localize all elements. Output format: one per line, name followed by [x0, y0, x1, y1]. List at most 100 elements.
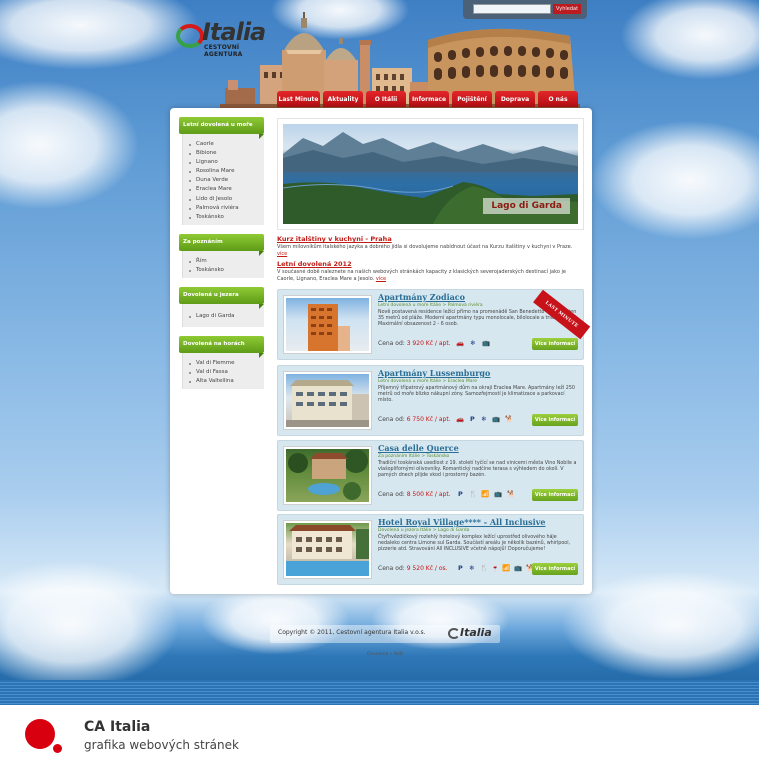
offer-photo[interactable]: [283, 295, 372, 354]
sidebar-item[interactable]: Lago di Garda: [189, 312, 264, 321]
offer-price: Cena od: 3 920 Kč / apt.: [378, 340, 451, 347]
offer-title[interactable]: Hotel Royal Village**** - All Inclusive: [378, 517, 545, 527]
snow-icon: ❄: [470, 339, 476, 347]
caption-title: CA Italia: [84, 719, 151, 735]
tv-icon: 📺: [514, 564, 523, 572]
offer-breadcrumb[interactable]: Letní dovolená u moře Itálie > Palmová r…: [378, 303, 483, 308]
sidebar-item[interactable]: Caorle: [189, 140, 264, 149]
price-label: Cena od:: [378, 565, 405, 572]
sidebar-item[interactable]: Alta Valtellina: [189, 377, 264, 386]
nav-tab-o-italii[interactable]: O Itálii: [366, 91, 406, 107]
logo-swoosh-icon: [176, 24, 204, 48]
sidebar-item[interactable]: Bibione: [189, 149, 264, 158]
offer-description: Čtyřhvězdičkový rozlehlý hotelový komple…: [378, 535, 571, 552]
sidebar-group-lakes: Dovolená u jezera Lago di Garda: [179, 287, 264, 328]
search-input[interactable]: [473, 4, 551, 14]
brand-dot-icon: [25, 719, 55, 749]
sidebar: Letní dovolená u moře Caorle Bibione Lig…: [179, 117, 264, 398]
offer-price: Cena od: 8 500 Kč / apt.: [378, 491, 451, 498]
sidebar-heading[interactable]: Dovolená u jezera: [179, 287, 264, 310]
offer-card: Apartmány Lussemburgo Letní dovolená u m…: [277, 365, 584, 436]
news-more-link[interactable]: více: [277, 251, 287, 257]
price-value: 8 500 Kč / apt.: [406, 491, 451, 498]
news-title[interactable]: Letní dovolená 2012: [277, 260, 352, 268]
offer-breadcrumb[interactable]: Letní dovolená u moře Itálie > Eraclea M…: [378, 379, 477, 384]
offer-price: Cena od: 9 520 Kč / os.: [378, 565, 448, 572]
logo-tagline: CESTOVNÍ AGENTURA: [204, 44, 243, 58]
sidebar-item[interactable]: Palmová riviéra: [189, 204, 264, 213]
sidebar-item[interactable]: Řím: [189, 257, 264, 266]
hero-banner[interactable]: Lago di Garda: [277, 118, 584, 230]
news-title[interactable]: Kurz italštiny v kuchyni - Praha: [277, 235, 392, 243]
offer-title[interactable]: Apartmány Zodiaco: [378, 292, 465, 302]
sidebar-item[interactable]: Rosolina Mare: [189, 167, 264, 176]
search-bar: Vyhledat: [463, 0, 587, 19]
nav-tab-aktuality[interactable]: Aktuality: [323, 91, 363, 107]
lake-photo: Lago di Garda: [283, 124, 578, 224]
nav-tab-pojisteni[interactable]: Pojištění: [452, 91, 492, 107]
offer-photo[interactable]: [283, 371, 372, 430]
offer-breadcrumb[interactable]: Za poznáním Itálie > Toskánsko: [378, 454, 449, 459]
price-value: 3 920 Kč / apt.: [406, 340, 451, 347]
main-navigation: Last Minute Aktuality O Itálii Informace…: [277, 91, 578, 107]
hero-caption: Lago di Garda: [483, 198, 570, 214]
nav-tab-last-minute[interactable]: Last Minute: [277, 91, 320, 107]
cloud: [620, 0, 759, 80]
caption-subtitle: grafika webových stránek: [84, 738, 239, 752]
pet-icon: 🐕: [505, 415, 514, 423]
sidebar-item[interactable]: Toskánsko: [189, 213, 264, 222]
more-info-button[interactable]: Více informací: [532, 338, 578, 350]
sidebar-item[interactable]: Toskánsko: [189, 266, 264, 275]
offer-card: Casa delle Querce Za poznáním Itálie > T…: [277, 440, 584, 511]
cloud: [200, 585, 350, 655]
more-info-button[interactable]: Více informací: [532, 489, 578, 501]
logo-wordmark: Italia: [202, 18, 266, 46]
price-label: Cena od:: [378, 416, 405, 423]
sidebar-heading[interactable]: Za poznáním: [179, 233, 264, 256]
offer-photo[interactable]: [283, 520, 372, 579]
sidebar-item[interactable]: Lignano: [189, 158, 264, 167]
sidebar-item[interactable]: Lido di Jesolo: [189, 195, 264, 204]
nav-tab-o-nas[interactable]: O nás: [538, 91, 578, 107]
news-more-link[interactable]: více: [376, 276, 386, 282]
tv-icon: 📺: [482, 339, 491, 347]
offer-title[interactable]: Casa delle Querce: [378, 443, 459, 453]
sidebar-item[interactable]: Val di Fiemme: [189, 359, 264, 368]
more-info-button[interactable]: Více informací: [532, 563, 578, 575]
offer-photo[interactable]: [283, 446, 372, 505]
snow-icon: ❄: [469, 564, 475, 572]
parking-icon: P: [458, 490, 463, 498]
offer-title[interactable]: Apartmány Lussemburgo: [378, 368, 490, 378]
cloud: [0, 80, 140, 210]
logo[interactable]: Italia CESTOVNÍ AGENTURA: [176, 18, 276, 58]
offer-price: Cena od: 6 750 Kč / apt.: [378, 416, 451, 423]
cloud: [0, 560, 180, 690]
tv-icon: 📺: [494, 490, 503, 498]
sidebar-group-summer: Letní dovolená u moře Caorle Bibione Lig…: [179, 117, 264, 225]
nav-tab-informace[interactable]: Informace: [409, 91, 449, 107]
sidebar-heading[interactable]: Dovolená na horách: [179, 336, 264, 359]
news-text: V současné době naleznete na našich webo…: [277, 269, 584, 283]
sidebar-heading[interactable]: Letní dovolená u moře: [179, 117, 264, 139]
wifi-icon: 📶: [481, 490, 490, 498]
offer-description: Tradiční toskánská usedlost z 19. stolet…: [378, 461, 577, 478]
parking-icon: P: [458, 564, 463, 572]
sidebar-list: Lago di Garda: [182, 304, 264, 328]
footer-logo[interactable]: Italia: [448, 625, 496, 643]
sidebar-item[interactable]: Duna Verde: [189, 176, 264, 185]
sidebar-item[interactable]: Val di Fassa: [189, 368, 264, 377]
search-button[interactable]: Vyhledat: [553, 4, 581, 14]
sidebar-group-mountains: Dovolená na horách Val di Fiemme Val di …: [179, 336, 264, 390]
snow-icon: ❄: [481, 415, 487, 423]
news-text: Všem milovníkům italského jazyka a dobré…: [277, 244, 584, 258]
cloud: [590, 120, 759, 240]
sidebar-item[interactable]: Eraclea Mare: [189, 185, 264, 194]
offer-breadcrumb[interactable]: Dovolená u jezera Itálie > Lago di Garda: [378, 528, 469, 533]
tv-icon: 📺: [492, 415, 501, 423]
restaurant-icon: 🍴: [480, 564, 489, 572]
more-info-button[interactable]: Více informací: [532, 414, 578, 426]
car-icon: 🚗: [456, 415, 465, 423]
nav-tab-doprava[interactable]: Doprava: [495, 91, 535, 107]
wifi-icon: 📶: [502, 564, 511, 572]
footer-breadcrumb[interactable]: Dovolená » Itálii: [367, 652, 403, 657]
